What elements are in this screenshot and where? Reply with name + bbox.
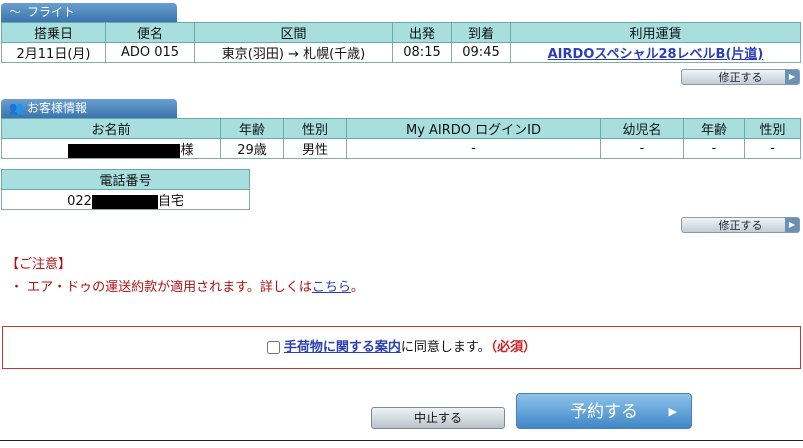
reserve-label: 予約する — [570, 402, 638, 422]
chevron-right-icon: ▶ — [668, 405, 677, 418]
notice-title: 【ご注意】 — [6, 257, 72, 272]
phone-cell: 022 自宅 — [1, 189, 250, 210]
phone-table: 電話番号 022 自宅 — [1, 169, 250, 210]
notice-text-prefix: ・ エア・ドゥの運送約款が適用されます。詳しくは — [10, 280, 312, 295]
customer-table-header: お名前 年齢 性別 My AIRDO ログインID 幼児名 年齢 性別 — [1, 118, 801, 139]
flight-section-tab: 〜フライト — [1, 3, 177, 22]
flight-table: 搭乗日 便名 区間 出発 到着 利用運賃 2月11日(月) ADO 015 東京… — [1, 22, 801, 63]
flight-depart-time: 08:15 — [392, 42, 452, 63]
col-header-age: 年齢 — [220, 118, 284, 139]
infant-name: - — [600, 138, 684, 159]
col-header-name: お名前 — [1, 118, 221, 139]
phone-header: 電話番号 — [1, 169, 250, 190]
people-icon: 👥 — [9, 101, 24, 115]
flight-number: ADO 015 — [105, 42, 195, 63]
col-header-flight-no: 便名 — [105, 22, 195, 43]
redacted-name — [68, 143, 181, 158]
infant-gender: - — [744, 138, 801, 159]
col-header-infant-name: 幼児名 — [600, 118, 684, 139]
notice-text-suffix: 。 — [350, 280, 364, 295]
cancel-button[interactable]: 中止する — [371, 407, 505, 429]
col-header-depart: 出発 — [392, 22, 452, 43]
fare-cell: AIRDOスペシャル28レベルB(片道) — [510, 42, 801, 63]
customer-section-tab: 👥 お客様情報 — [1, 99, 177, 118]
flight-arrive-time: 09:45 — [451, 42, 511, 63]
col-header-infant-age: 年齢 — [683, 118, 745, 139]
required-mark: （必須） — [490, 340, 537, 355]
reserve-button[interactable]: 予約する ▶ — [516, 393, 692, 429]
flight-section-title: フライト — [27, 5, 76, 19]
col-header-gender: 性別 — [283, 118, 347, 139]
customer-gender: 男性 — [283, 138, 347, 159]
phone-type: 自宅 — [157, 194, 184, 209]
customer-section-title: お客様情報 — [27, 101, 88, 115]
col-header-infant-gender: 性別 — [744, 118, 801, 139]
col-header-route: 区間 — [194, 22, 393, 43]
terms-link[interactable]: こちら — [312, 280, 351, 295]
customer-table: お名前 年齢 性別 My AIRDO ログインID 幼児名 年齢 性別 様 29… — [1, 118, 801, 159]
phone-prefix: 022 — [67, 194, 92, 209]
agree-checkbox[interactable] — [266, 341, 280, 354]
customer-edit-label: 修正する — [718, 219, 763, 232]
notice-text: ・ エア・ドゥの運送約款が適用されます。詳しくはこちら。 — [10, 276, 364, 295]
infant-age: - — [683, 138, 745, 159]
divider — [0, 440, 803, 441]
chevron-right-icon: ▶ — [785, 218, 799, 232]
flight-edit-button[interactable]: 修正する ▶ — [681, 69, 800, 85]
flight-date: 2月11日(月) — [1, 42, 106, 63]
customer-login-id: - — [346, 138, 601, 159]
flight-row: 2月11日(月) ADO 015 東京(羽田) → 札幌(千歳) 08:15 0… — [1, 42, 801, 63]
fare-link[interactable]: AIRDOスペシャル28レベルB(片道) — [548, 47, 764, 62]
customer-row: 様 29歳 男性 - - - - — [1, 138, 801, 159]
col-header-arrive: 到着 — [451, 22, 511, 43]
customer-age: 29歳 — [220, 138, 284, 159]
baggage-guide-link[interactable]: 手荷物に関する案内 — [284, 340, 401, 355]
customer-edit-button[interactable]: 修正する ▶ — [681, 217, 800, 233]
name-suffix: 様 — [180, 143, 194, 158]
redacted-phone — [91, 194, 158, 209]
flight-route: 東京(羽田) → 札幌(千歳) — [194, 42, 393, 63]
agreement-box: 手荷物に関する案内に同意します。（必須） — [2, 326, 801, 369]
col-header-login-id: My AIRDO ログインID — [346, 118, 601, 139]
flight-edit-label: 修正する — [718, 71, 763, 84]
chevron-right-icon: ▶ — [785, 70, 799, 84]
agree-text: に同意します。 — [400, 340, 491, 355]
cancel-label: 中止する — [413, 411, 462, 425]
airplane-icon: 〜 — [9, 5, 22, 19]
col-header-date: 搭乗日 — [1, 22, 106, 43]
flight-table-header: 搭乗日 便名 区間 出発 到着 利用運賃 — [1, 22, 801, 43]
col-header-fare: 利用運賃 — [510, 22, 801, 43]
customer-name: 様 — [1, 138, 221, 159]
